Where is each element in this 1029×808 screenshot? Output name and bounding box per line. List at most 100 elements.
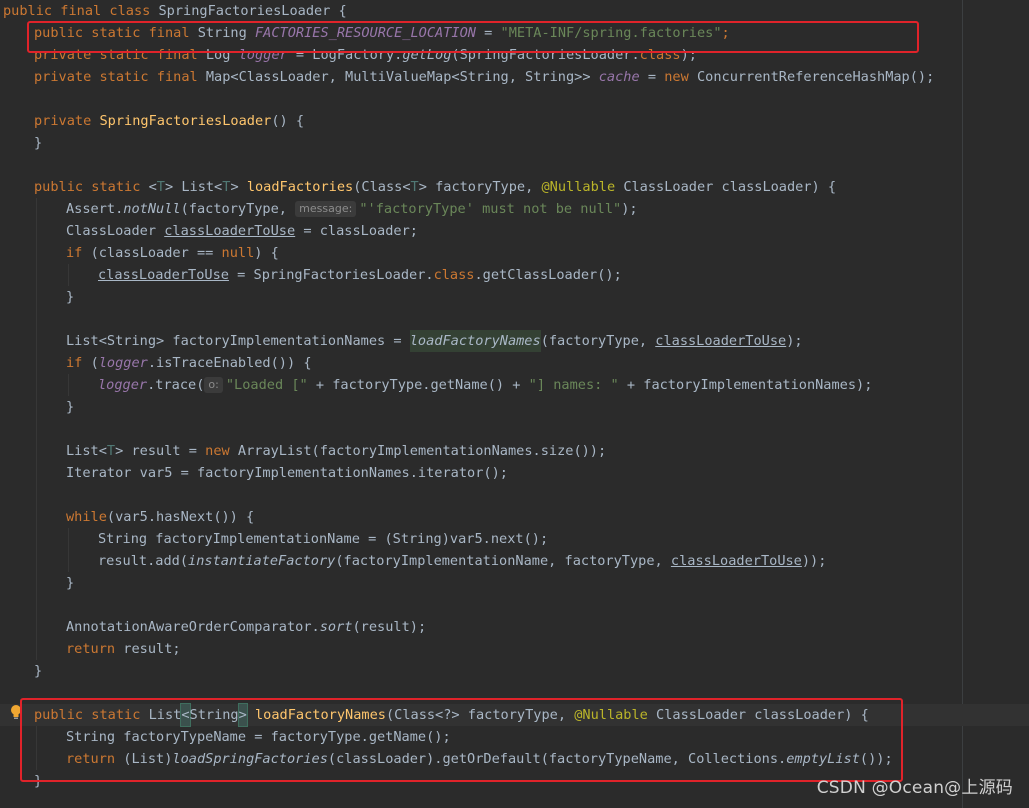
- code-token: result;: [123, 641, 181, 657]
- code-token: T: [106, 443, 116, 459]
- code-token: while: [66, 509, 107, 525]
- code-token: public static: [34, 179, 149, 195]
- code-token: Map<ClassLoader, MultiValueMap<String, S…: [205, 69, 599, 85]
- right-margin-guide: [962, 0, 963, 808]
- code-token: }: [66, 575, 75, 591]
- code-line[interactable]: return result;: [66, 638, 181, 660]
- code-token: = classLoader;: [295, 223, 418, 239]
- code-line[interactable]: ClassLoader classLoaderToUse = classLoad…: [66, 220, 418, 242]
- code-line[interactable]: }: [66, 396, 74, 418]
- code-line[interactable]: public static < T > List< T > loadFactories(…: [34, 176, 836, 198]
- code-token: Assert.: [66, 201, 124, 217]
- code-token: ClassLoader: [66, 223, 165, 239]
- code-token: + factoryImplementationNames);: [618, 377, 873, 393]
- highlight-box-load-factory-names: [20, 698, 903, 782]
- code-token: }: [66, 289, 75, 305]
- code-line[interactable]: logger .trace(o: "Loaded [" + factoryType.…: [98, 374, 872, 396]
- code-token: sort: [319, 619, 353, 635]
- code-token: new: [205, 443, 238, 459]
- code-token: (factoryImplementationName, factoryType,: [335, 553, 671, 569]
- indent-guide: [68, 264, 69, 286]
- code-token: () {: [271, 113, 305, 129]
- code-token: ArrayList(factoryImplementationNames.siz…: [237, 443, 607, 459]
- code-token: loadFactoryNames: [409, 330, 541, 352]
- code-token: ) {: [254, 245, 279, 261]
- code-token: (factoryType,: [180, 201, 296, 217]
- code-token: String factoryImplementationName = (Stri…: [98, 531, 549, 547]
- indent-guide: [68, 528, 69, 572]
- code-line[interactable]: }: [66, 286, 74, 308]
- code-line[interactable]: Assert. notNull (factoryType, message: "'fa…: [66, 198, 638, 220]
- code-token: );: [786, 333, 803, 349]
- code-token: instantiateFactory: [188, 553, 336, 569]
- code-line[interactable]: }: [34, 132, 42, 154]
- code-token: class: [433, 267, 475, 283]
- code-token: AnnotationAwareOrderComparator.: [66, 619, 320, 635]
- watermark: CSDN @Ocean@上源码: [816, 778, 1013, 798]
- highlight-box-resource-location: [27, 21, 919, 53]
- code-token: logger: [98, 355, 148, 371]
- code-token: "] names: ": [528, 377, 619, 393]
- code-token: loadFactories: [246, 179, 354, 195]
- code-token: ConcurrentReferenceHashMap();: [696, 69, 935, 85]
- code-token: null: [221, 245, 255, 261]
- code-token: @Nullable: [541, 179, 624, 195]
- code-token: "'factoryType' must not be null": [359, 201, 622, 217]
- code-token: classLoaderToUse: [655, 333, 787, 349]
- code-token: > List<: [164, 179, 223, 195]
- indent-guide: [68, 374, 69, 396]
- parameter-hint: message:: [295, 201, 357, 217]
- code-token: SpringFactoriesLoader: [99, 113, 272, 129]
- code-token: >: [230, 179, 247, 195]
- indent-guide: [36, 198, 37, 660]
- code-token: classLoaderToUse: [98, 267, 229, 283]
- code-token: if: [66, 355, 91, 371]
- code-token: List<String> factoryImplementationNames …: [66, 333, 410, 349]
- code-line[interactable]: private static final Map<ClassLoader, Mu…: [34, 66, 934, 88]
- code-line[interactable]: }: [66, 572, 74, 594]
- code-editor[interactable]: public final class SpringFactoriesLoader…: [0, 0, 1029, 808]
- code-token: = SpringFactoriesLoader.: [228, 267, 434, 283]
- code-token: Iterator var5 = factoryImplementationNam…: [66, 465, 508, 481]
- code-token: public final class: [3, 3, 159, 19]
- code-token: if: [66, 245, 91, 261]
- code-token: (result);: [352, 619, 427, 635]
- code-line[interactable]: AnnotationAwareOrderComparator. sort (resu…: [66, 616, 426, 638]
- code-token: }: [34, 135, 43, 151]
- code-line[interactable]: List< T > result = new ArrayList(factoryIm…: [66, 440, 606, 462]
- code-token: .isTraceEnabled()) {: [147, 355, 312, 371]
- code-token: }: [66, 399, 75, 415]
- code-line[interactable]: String factoryImplementationName = (Stri…: [98, 528, 548, 550]
- code-token: T: [156, 179, 165, 195]
- code-token: return: [66, 641, 124, 657]
- code-token: "Loaded [": [225, 377, 308, 393]
- code-token: (: [90, 355, 99, 371]
- code-line[interactable]: if (logger .isTraceEnabled()) {: [66, 352, 312, 374]
- code-line[interactable]: result.add(instantiateFactory (factoryImp…: [98, 550, 826, 572]
- code-token: ));: [801, 553, 827, 569]
- code-token: notNull: [123, 201, 181, 217]
- code-token: result.add(: [98, 553, 189, 569]
- code-token: <: [148, 179, 157, 195]
- code-token: (Class<: [353, 179, 411, 195]
- code-line[interactable]: public final class SpringFactoriesLoader…: [3, 0, 347, 22]
- code-token: > factoryType,: [418, 179, 542, 195]
- code-token: + factoryType.getName() +: [307, 377, 529, 393]
- parameter-hint: o:: [204, 377, 223, 393]
- code-line[interactable]: }: [34, 660, 42, 682]
- code-token: .getClassLoader();: [474, 267, 622, 283]
- code-token: (var5.hasNext()) {: [106, 509, 255, 525]
- code-line[interactable]: Iterator var5 = factoryImplementationNam…: [66, 462, 508, 484]
- code-token: }: [34, 663, 43, 679]
- code-token: new: [664, 69, 697, 85]
- code-line[interactable]: while (var5.hasNext()) {: [66, 506, 254, 528]
- code-line[interactable]: List<String> factoryImplementationNames …: [66, 330, 803, 352]
- code-token: private static final: [34, 69, 206, 85]
- code-token: .trace(: [147, 377, 205, 393]
- code-line[interactable]: private SpringFactoriesLoader() {: [34, 110, 304, 132]
- code-line[interactable]: if (classLoader == null) {: [66, 242, 279, 264]
- code-token: cache: [598, 69, 640, 85]
- code-token: List<: [66, 443, 107, 459]
- code-token: classLoaderToUse: [670, 553, 802, 569]
- code-line[interactable]: classLoaderToUse = SpringFactoriesLoader…: [98, 264, 622, 286]
